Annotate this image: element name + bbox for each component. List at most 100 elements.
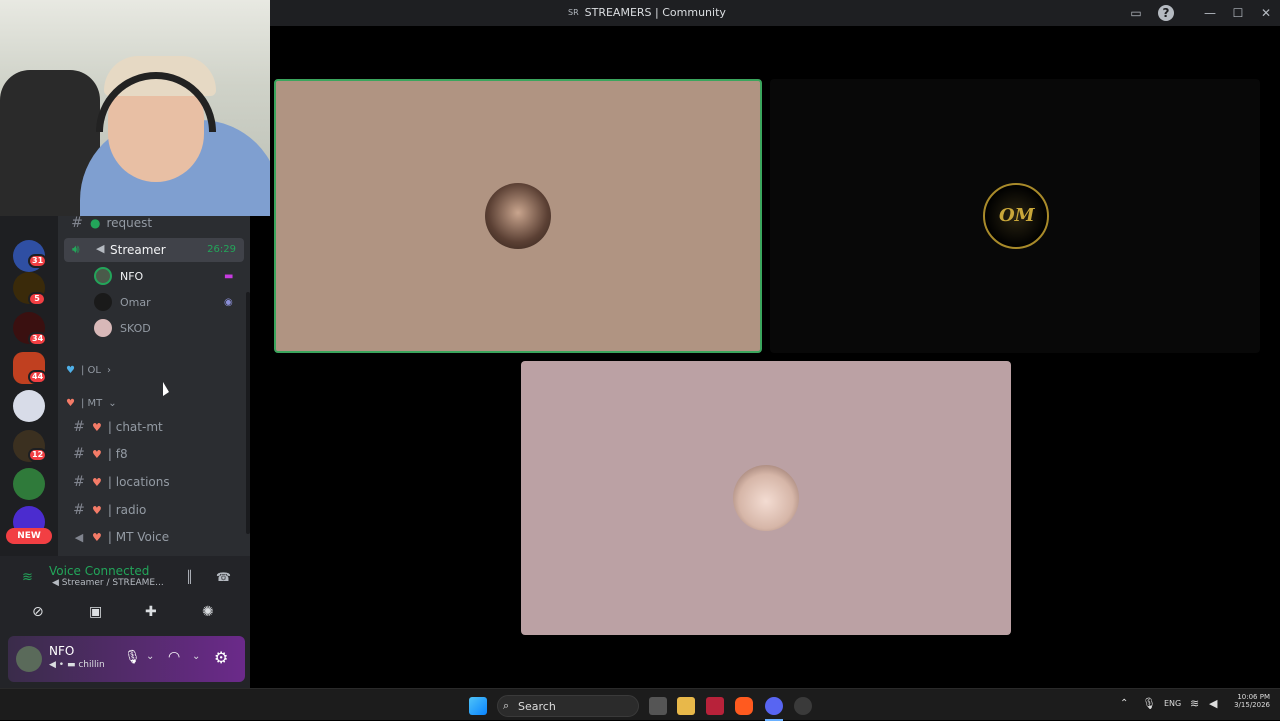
scrollbar[interactable] [246,292,250,534]
category-mt[interactable]: ♥ | MT ⌄ [66,392,117,414]
hash-icon: # [73,502,85,518]
participant-tile-nfo[interactable] [274,79,762,353]
voice-user-omar[interactable]: Omar ◉ [94,291,233,313]
chevron-down-icon[interactable]: ⌄ [192,651,200,662]
voice-timer: 26:29 [207,244,236,255]
server-badge: 12 [28,448,48,462]
search-icon: ⌕ [503,699,510,712]
voice-location-text: Streamer / STREAME... [61,578,164,588]
channel-request[interactable]: # ● request [70,216,152,234]
file-explorer-icon[interactable] [677,697,695,715]
activity-icon: ▬ [224,270,234,282]
discord-icon[interactable] [765,697,783,715]
microphone-icon[interactable]: 🎙︎ [124,650,141,665]
gear-icon[interactable]: ⚙ [214,648,228,667]
server-icon[interactable] [13,390,45,422]
channel-label: | radio [107,503,147,517]
chevron-down-icon: ⌄ [108,397,117,409]
avatar[interactable] [16,646,42,672]
channel-label: | f8 [107,447,128,461]
hash-icon: # [73,419,85,435]
taskbar: ⌕ Search ⌃ 🎙︎ ENG ≋ ◀ 10:06 PM 3/15/2026 [0,688,1280,721]
green-dot-icon: ● [90,216,101,230]
search-label: Search [518,700,556,713]
server-icon: SR [568,8,579,17]
volume-icon[interactable]: ◀ [1209,697,1217,710]
new-badge[interactable]: NEW [6,528,52,544]
user-panel[interactable]: NFO ◀ • ▬ chillin 🎙︎ ⌄ ◠ ⌄ ⚙ [8,636,245,682]
wifi-icon[interactable]: ≋ [1190,697,1199,710]
voice-user-skod[interactable]: SKOD [94,317,151,339]
voice-user-nfo[interactable]: NFO ▬ [94,265,233,287]
inbox-icon[interactable]: ▭ [1128,5,1144,21]
mouse-cursor-icon [163,382,169,396]
brave-browser-icon[interactable] [735,697,753,715]
category-ol[interactable]: ♥ | OL › [66,359,111,381]
task-view-icon[interactable] [649,697,667,715]
channel-label: Streamer [110,243,166,257]
minimize-button[interactable]: — [1202,5,1218,21]
maximize-button[interactable]: ☐ [1230,5,1246,21]
server-badge: 31 [28,254,48,268]
channel-streamer[interactable]: 🔊︎ ◀ Streamer 26:29 [64,238,244,262]
hash-icon: # [71,216,83,231]
heart-icon: ♥ [92,447,102,461]
participant-avatar [485,183,551,249]
category-label: | OL [80,364,101,376]
channel-locations[interactable]: # ♥ | locations [72,471,170,493]
webcam-overlay [0,0,270,216]
channel-label: | locations [107,475,170,489]
hash-icon: # [73,474,85,490]
app-icon[interactable] [794,697,812,715]
voice-location[interactable]: ◀ Streamer / STREAME... [52,578,164,588]
screen-share-icon[interactable]: ▣ [89,604,102,620]
om-logo-icon: OM [999,205,1035,226]
taskbar-search[interactable]: ⌕ Search [497,695,639,717]
server-sidebar: 31 5 34 44 12 NEW [0,216,58,556]
microphone-icon[interactable]: 🎙︎ [1142,697,1156,710]
help-icon[interactable]: ? [1158,5,1174,21]
clock[interactable]: 10:06 PM 3/15/2026 [1228,693,1270,709]
heart-icon: ♥ [92,530,102,544]
server-icon[interactable] [13,468,45,500]
clock-time: 10:06 PM [1237,693,1270,701]
channel-label: | MT Voice [107,530,170,544]
heart-icon: ♥ [92,503,102,517]
channel-label: request [106,216,153,230]
participant-avatar [733,465,799,531]
channel-label: | chat-mt [107,420,163,434]
channel-f8[interactable]: # ♥ | f8 [72,443,128,465]
chevron-down-icon[interactable]: ⌄ [146,651,154,662]
heart-icon: ♥ [92,420,102,434]
voice-speaker-icon: 🔊︎ [72,242,80,256]
camera-off-icon[interactable]: ⊘ [32,604,44,620]
participant-tile-omar[interactable]: OM [770,79,1260,353]
participant-tile-skod[interactable] [521,361,1011,635]
avatar [94,319,112,337]
noise-suppression-icon[interactable]: ║ [186,570,193,584]
channel-chat-mt[interactable]: # ♥ | chat-mt [72,416,163,438]
headphones-icon[interactable]: ◠ [168,649,180,665]
windows-start-icon[interactable] [469,697,487,715]
clock-date: 3/15/2026 [1234,701,1270,709]
close-button[interactable]: ✕ [1258,5,1274,21]
voice-user-name: SKOD [120,321,151,335]
chevron-up-icon[interactable]: ⌃ [1120,698,1128,709]
voice-user-name: NFO [120,269,144,283]
avatar [94,267,112,285]
window-title: SR STREAMERS | Community [568,6,726,19]
app-icon[interactable] [706,697,724,715]
speaker-icon: ◀ [96,242,105,255]
soundboard-icon[interactable]: ✺ [202,604,214,620]
voice-status[interactable]: Voice Connected [49,564,149,578]
language-indicator[interactable]: ENG [1164,699,1181,708]
channel-mt-voice[interactable]: ◀ ♥ | MT Voice [72,526,169,548]
activities-icon[interactable]: ✚ [145,604,157,620]
user-status-text: chillin [78,660,105,670]
channel-radio[interactable]: # ♥ | radio [72,499,146,521]
disconnect-icon[interactable]: ☎ [216,570,231,584]
voice-stage: OM [270,26,1280,694]
chevron-right-icon: › [106,364,111,376]
server-badge: 44 [28,370,48,384]
gamepad-icon: ◉ [224,296,233,308]
